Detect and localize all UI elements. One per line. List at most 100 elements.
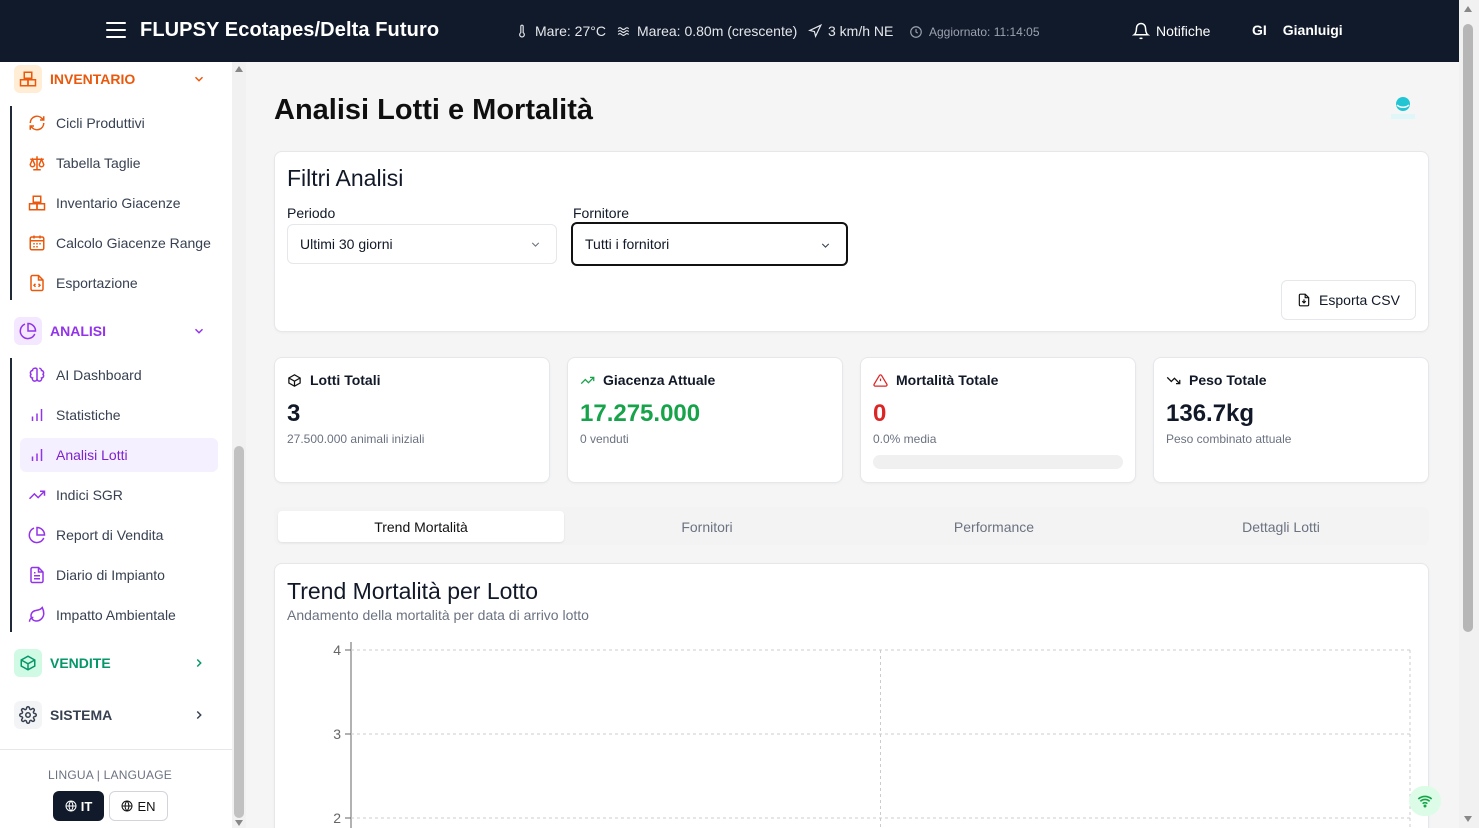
sidebar-item-esportazione[interactable]: Esportazione [20, 266, 218, 300]
scale-icon [29, 156, 45, 171]
chart-y-tick-label: 3 [333, 726, 341, 742]
file-download-icon [1298, 293, 1310, 307]
tab-trend-mortalita[interactable]: Trend Mortalità [278, 511, 564, 542]
file-text-icon [30, 566, 44, 584]
sidebar-item-report-di-vendita[interactable]: Report di Vendita [20, 518, 218, 552]
last-updated: Aggiornato: 11:14:05 [909, 25, 1040, 39]
sidebar-section-vendite[interactable]: VENDITE [14, 646, 218, 680]
sidebar-item-label: Cicli Produttivi [56, 115, 145, 131]
globe-icon [121, 800, 133, 812]
scroll-down-icon[interactable] [235, 820, 243, 826]
trending-down-icon [1166, 376, 1181, 384]
stat-subtext: 27.500.000 animali iniziali [287, 432, 425, 446]
stat-label: Lotti Totali [310, 372, 381, 388]
sidebar-item-inventario-giacenze[interactable]: Inventario Giacenze [20, 186, 218, 220]
export-csv-button[interactable]: Esporta CSV [1281, 280, 1416, 320]
wind: 3 km/h NE [808, 23, 893, 39]
sidebar-item-label: Impatto Ambientale [56, 607, 176, 623]
leaf-icon [28, 606, 45, 622]
supplier-select[interactable]: Tutti i fornitori [571, 222, 848, 266]
chart-title: Trend Mortalità per Lotto [287, 578, 538, 604]
stat-card-stock: Giacenza Attuale 17.275.000 0 venduti [567, 357, 843, 483]
sidebar-item-ai-dashboard[interactable]: AI Dashboard [20, 358, 218, 392]
stat-label: Giacenza Attuale [603, 372, 716, 388]
sidebar-item-label: Indici SGR [56, 487, 123, 503]
sidebar-scrollbar[interactable] [232, 62, 246, 828]
period-label: Periodo [287, 205, 336, 221]
scroll-down-icon[interactable] [1464, 816, 1472, 822]
sidebar-item-label: Calcolo Giacenze Range [56, 235, 211, 251]
scroll-up-icon[interactable] [235, 66, 243, 72]
stat-card-mortality: Mortalità Totale 0 0.0% media [860, 357, 1136, 483]
chevron-right-icon [196, 658, 202, 668]
notifications-button[interactable]: Notifiche [1132, 22, 1210, 40]
sidebar-item-cicli-produttivi[interactable]: Cicli Produttivi [20, 106, 218, 140]
sea-temp-label: Mare: 27°C [535, 23, 606, 39]
connection-status-button[interactable] [1409, 786, 1441, 816]
sidebar-item-impatto-ambientale[interactable]: Impatto Ambientale [20, 598, 218, 632]
notifications-label: Notifiche [1156, 23, 1211, 39]
sidebar-item-label: Tabella Taglie [56, 155, 141, 171]
tab-fornitori[interactable]: Fornitori [564, 511, 850, 542]
globe-icon [65, 800, 77, 812]
pie-chart-icon [14, 317, 42, 345]
boxes-icon [14, 65, 42, 93]
chevron-down-icon [531, 242, 540, 247]
user-name: Gianluigi [1282, 22, 1343, 38]
waves-icon [617, 27, 630, 36]
tab-dettagli-lotti[interactable]: Dettagli Lotti [1138, 511, 1424, 542]
stat-subtext: 0 venduti [580, 432, 629, 446]
sidebar-item-diario-di-impianto[interactable]: Diario di Impianto [20, 558, 218, 592]
filters-card: Filtri Analisi Periodo Ultimi 30 giorni … [274, 151, 1429, 332]
stat-value: 136.7kg [1166, 400, 1255, 427]
sidebar-section-sistema[interactable]: SISTEMA [14, 698, 218, 732]
language-it-button[interactable]: IT [53, 791, 104, 821]
stat-value: 3 [287, 400, 301, 427]
sidebar-item-statistiche[interactable]: Statistiche [20, 398, 218, 432]
sidebar-item-calcolo-giacenze-range[interactable]: Calcolo Giacenze Range [20, 226, 218, 260]
page-scroll-thumb[interactable] [1463, 24, 1473, 632]
tab-performance[interactable]: Performance [851, 511, 1137, 542]
mortality-trend-card: Trend Mortalità per Lotto Andamento dell… [274, 563, 1429, 828]
sidebar-section-inventario[interactable]: INVENTARIO [14, 62, 218, 96]
refresh-icon [29, 115, 45, 131]
menu-icon[interactable] [106, 22, 126, 38]
supplier-label: Fornitore [573, 205, 630, 221]
sidebar-section-label: SISTEMA [50, 707, 113, 723]
sidebar-scroll-thumb[interactable] [234, 446, 244, 818]
section-divider [10, 106, 12, 300]
sidebar-item-label: Inventario Giacenze [56, 195, 181, 211]
sidebar-section-analisi[interactable]: ANALISI [14, 314, 218, 348]
section-divider [10, 358, 12, 632]
bar-chart-icon [31, 409, 43, 421]
chevron-right-icon [196, 710, 202, 720]
sidebar-item-indici-sgr[interactable]: Indici SGR [20, 478, 218, 512]
period-select[interactable]: Ultimi 30 giorni [287, 224, 557, 264]
alert-triangle-icon [873, 373, 888, 387]
sidebar-item-analisi-lotti[interactable]: Analisi Lotti [20, 438, 218, 472]
scroll-up-icon[interactable] [1464, 6, 1472, 12]
wind-label: 3 km/h NE [828, 23, 894, 39]
user-avatar: GI [1252, 22, 1267, 38]
chevron-down-icon [194, 76, 204, 82]
sidebar-item-label: Diario di Impianto [56, 567, 165, 583]
stat-label: Peso Totale [1189, 372, 1267, 388]
language-en-button[interactable]: EN [109, 791, 168, 821]
user-menu[interactable]: GI Gianluigi [1252, 22, 1343, 38]
page-scrollbar[interactable] [1459, 0, 1479, 828]
package-icon [14, 649, 42, 677]
supplier-value: Tutti i fornitori [585, 236, 670, 252]
gear-icon [14, 701, 42, 729]
mortality-progress-bar [873, 455, 1123, 469]
file-code-icon [30, 274, 44, 292]
sidebar-item-tabella-taglie[interactable]: Tabella Taglie [20, 146, 218, 180]
chart-subtitle: Andamento della mortalità per data di ar… [287, 607, 589, 623]
stat-label: Mortalità Totale [896, 372, 999, 388]
boxes-icon [28, 195, 46, 211]
package-icon [288, 373, 301, 387]
pie-chart-icon [28, 526, 46, 544]
top-header: FLUPSY Ecotapes/Delta Futuro Mare: 27°C … [0, 0, 1459, 62]
brain-icon [29, 367, 45, 382]
language-it-label: IT [80, 798, 93, 814]
stat-card-weight: Peso Totale 136.7kg Peso combinato attua… [1153, 357, 1429, 483]
